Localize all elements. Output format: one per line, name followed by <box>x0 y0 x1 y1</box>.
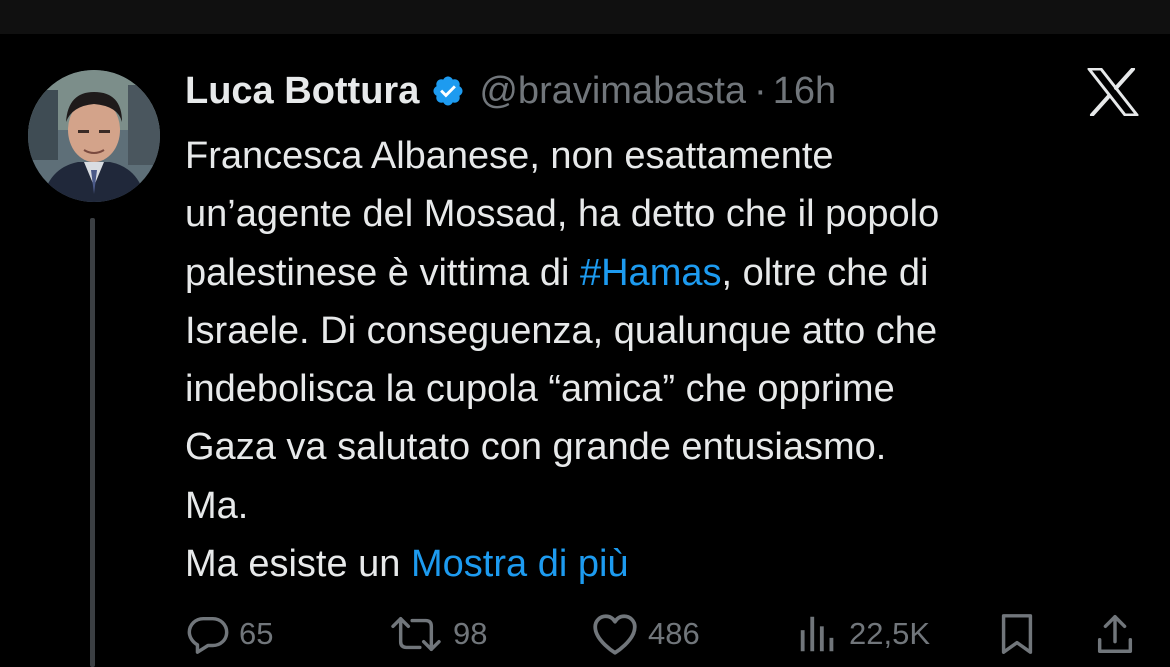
tweet-header: Luca Bottura @bravimabasta · 16h <box>185 66 836 116</box>
tweet-line: Israele. Di conseguenza, qualunque atto … <box>185 309 938 352</box>
retweet-icon <box>387 611 445 657</box>
thread-line <box>90 218 95 667</box>
heart-icon <box>590 611 640 657</box>
share-icon <box>1093 611 1137 657</box>
tweet-text: Francesca Albanese, non esattamente un’a… <box>185 127 1135 593</box>
bookmark-icon <box>995 611 1039 657</box>
tweet-line: Francesca Albanese, non esattamente <box>185 135 834 177</box>
verified-badge-icon <box>431 74 465 108</box>
reply-icon <box>185 611 231 657</box>
tweet-line: Ma. <box>185 484 249 527</box>
reply-count: 65 <box>239 616 274 651</box>
bookmark-button[interactable] <box>995 606 1039 662</box>
tweet-line: Ma esiste un Mostra di più <box>185 535 1135 593</box>
like-count: 486 <box>648 616 700 651</box>
like-button[interactable]: 486 <box>590 606 700 662</box>
hashtag-link[interactable]: #Hamas <box>580 252 722 294</box>
reply-button[interactable]: 65 <box>185 606 273 662</box>
author-handle[interactable]: @bravimabasta <box>479 70 746 113</box>
views-icon <box>795 611 841 657</box>
top-bar <box>0 0 1170 34</box>
tweet-text-segment: Ma esiste un <box>185 543 411 586</box>
views-count: 22,5K <box>849 616 931 651</box>
retweet-count: 98 <box>453 616 488 651</box>
timestamp[interactable]: 16h <box>773 70 836 113</box>
author-name[interactable]: Luca Bottura <box>185 70 419 113</box>
tweet-text-segment: , oltre che di <box>721 251 929 294</box>
tweet-line: Gaza va salutato con grande entusiasmo. <box>185 426 887 469</box>
avatar[interactable] <box>28 70 160 202</box>
retweet-button[interactable]: 98 <box>387 606 487 662</box>
action-bar: 65 98 486 22,5K <box>185 606 1145 662</box>
views-button[interactable]: 22,5K <box>795 606 930 662</box>
tweet-line: palestinese è vittima di #Hamas, oltre c… <box>185 244 1135 302</box>
show-more-link[interactable]: Mostra di più <box>411 543 629 585</box>
tweet-text-segment: palestinese è vittima di <box>185 251 580 294</box>
separator-dot: · <box>754 69 767 112</box>
tweet-line: un’agente del Mossad, ha detto che il po… <box>185 193 940 236</box>
x-logo-icon[interactable] <box>1087 67 1139 117</box>
share-button[interactable] <box>1093 606 1137 662</box>
tweet-line: indebolisca la cupola “amica” che opprim… <box>185 368 895 411</box>
